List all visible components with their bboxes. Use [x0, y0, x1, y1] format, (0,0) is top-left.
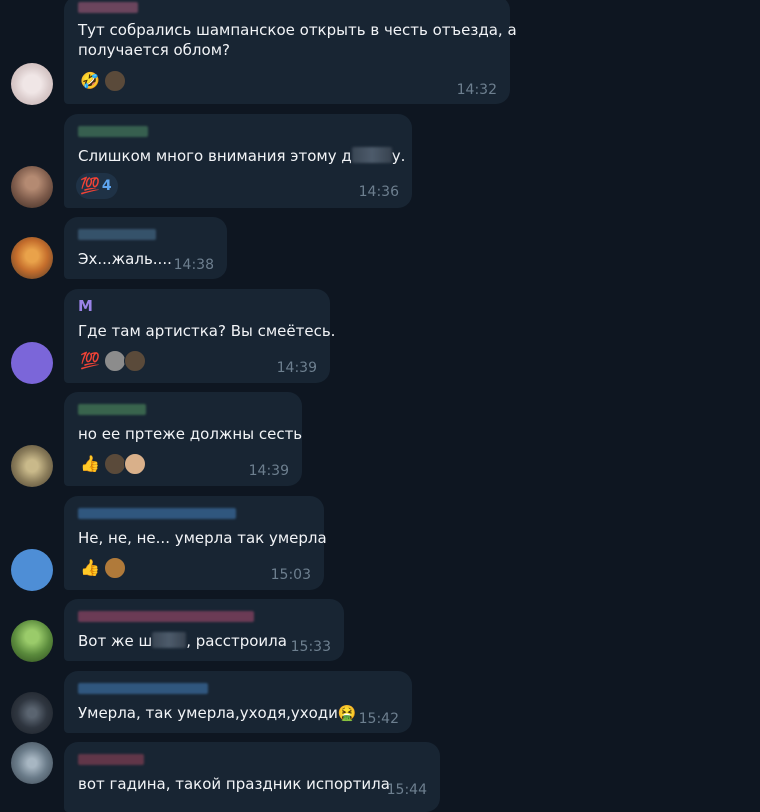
message-bubble[interactable]: Тут собрались шампанское открыть в честь…: [64, 0, 517, 104]
sender-avatar[interactable]: [11, 620, 53, 662]
message-bubble[interactable]: Эх...жаль.... 14:38: [64, 217, 227, 279]
message-text-line-1: Тут собрались шампанское открыть в честь…: [78, 21, 517, 39]
reaction-emoji: 💯: [80, 176, 100, 195]
sender-name-redacted: [78, 2, 138, 13]
redacted-word: [351, 147, 392, 163]
message-time: 14:39: [276, 360, 317, 376]
message-time: 15:33: [290, 639, 331, 655]
reactions: 👍: [76, 555, 132, 581]
message-text-part: , расстроила: [186, 632, 287, 650]
reactions: 💯 4: [76, 173, 118, 199]
message-time: 14:38: [173, 257, 214, 273]
message-text: Слишком много внимания этому д у.: [78, 146, 405, 167]
message-time: 14:39: [248, 463, 289, 479]
message-text: Вот же ш , расстроила: [78, 631, 287, 652]
reactor-avatar: [103, 350, 126, 372]
reaction-emoji: 💯: [80, 351, 100, 370]
message-bubble[interactable]: но ее пртеже должны сесть 👍 14:39: [64, 392, 302, 486]
message-text: Не, не, не... умерла так умерла: [78, 529, 327, 547]
reactor-avatar: [123, 453, 146, 475]
reaction-chip[interactable]: 💯 4: [76, 173, 118, 199]
sender-name-redacted: [78, 754, 144, 765]
reactor-avatar: [123, 350, 146, 372]
reaction-emoji: 👍: [80, 558, 100, 577]
sender-name[interactable]: M: [78, 297, 93, 315]
message-bubble[interactable]: M Где там артистка? Вы смеётесь. 💯 14:39: [64, 289, 335, 383]
reactor-avatar: [103, 453, 126, 475]
reaction-chip[interactable]: 👍: [76, 451, 152, 477]
reactions: 👍: [76, 451, 152, 477]
message-text: но ее пртеже должны сесть: [78, 425, 303, 443]
sender-name-redacted: [78, 683, 208, 694]
message-text: Умерла, так умерла,уходя,уходи🤮: [78, 704, 357, 722]
reactions: 💯: [76, 348, 152, 374]
sender-avatar[interactable]: [11, 342, 53, 384]
message-time: 14:36: [358, 184, 399, 200]
sender-name-redacted: [78, 229, 156, 240]
sender-avatar[interactable]: [11, 742, 53, 784]
message-time: 15:42: [358, 711, 399, 727]
reactor-avatar: [103, 557, 126, 579]
sender-avatar[interactable]: [11, 445, 53, 487]
redacted-word: [152, 632, 187, 648]
message-bubble[interactable]: Слишком много внимания этому д у. 💯 4 14:…: [64, 114, 412, 208]
reaction-chip[interactable]: 👍: [76, 555, 132, 581]
reactor-avatar: [103, 70, 126, 92]
message-text-line-2: получается облом?: [78, 41, 230, 59]
sender-name-redacted: [78, 404, 146, 415]
message-time: 14:32: [456, 82, 497, 98]
message-text: вот гадина, такой праздник испортила: [78, 775, 390, 793]
message-text-part: Слишком много внимания этому д: [78, 147, 352, 165]
message-time: 15:44: [386, 782, 427, 798]
message-text-part: у.: [391, 147, 406, 165]
reaction-chip[interactable]: 💯: [76, 348, 152, 374]
reaction-emoji: 👍: [80, 454, 100, 473]
message-time: 15:03: [270, 567, 311, 583]
sender-avatar[interactable]: [11, 166, 53, 208]
sender-name-redacted: [78, 126, 148, 137]
reaction-count: 4: [101, 178, 112, 194]
sender-avatar[interactable]: [11, 692, 53, 734]
sender-avatar[interactable]: [11, 237, 53, 279]
reaction-emoji: 🤣: [80, 71, 100, 90]
message-bubble[interactable]: Умерла, так умерла,уходя,уходи🤮 15:42: [64, 671, 412, 733]
message-bubble[interactable]: Вот же ш , расстроила 15:33: [64, 599, 344, 661]
sender-avatar[interactable]: [11, 549, 53, 591]
message-text-part: Вот же ш: [78, 632, 153, 650]
message-bubble[interactable]: вот гадина, такой праздник испортила 15:…: [64, 742, 440, 812]
sender-name-redacted: [78, 508, 236, 519]
sender-avatar[interactable]: [11, 63, 53, 105]
reactions: 🤣: [76, 68, 132, 94]
message-bubble[interactable]: Не, не, не... умерла так умерла 👍 15:03: [64, 496, 327, 590]
message-text: Эх...жаль....: [78, 250, 172, 268]
reaction-chip[interactable]: 🤣: [76, 68, 132, 94]
sender-name-redacted: [78, 611, 254, 622]
message-text: Где там артистка? Вы смеётесь.: [78, 322, 336, 340]
